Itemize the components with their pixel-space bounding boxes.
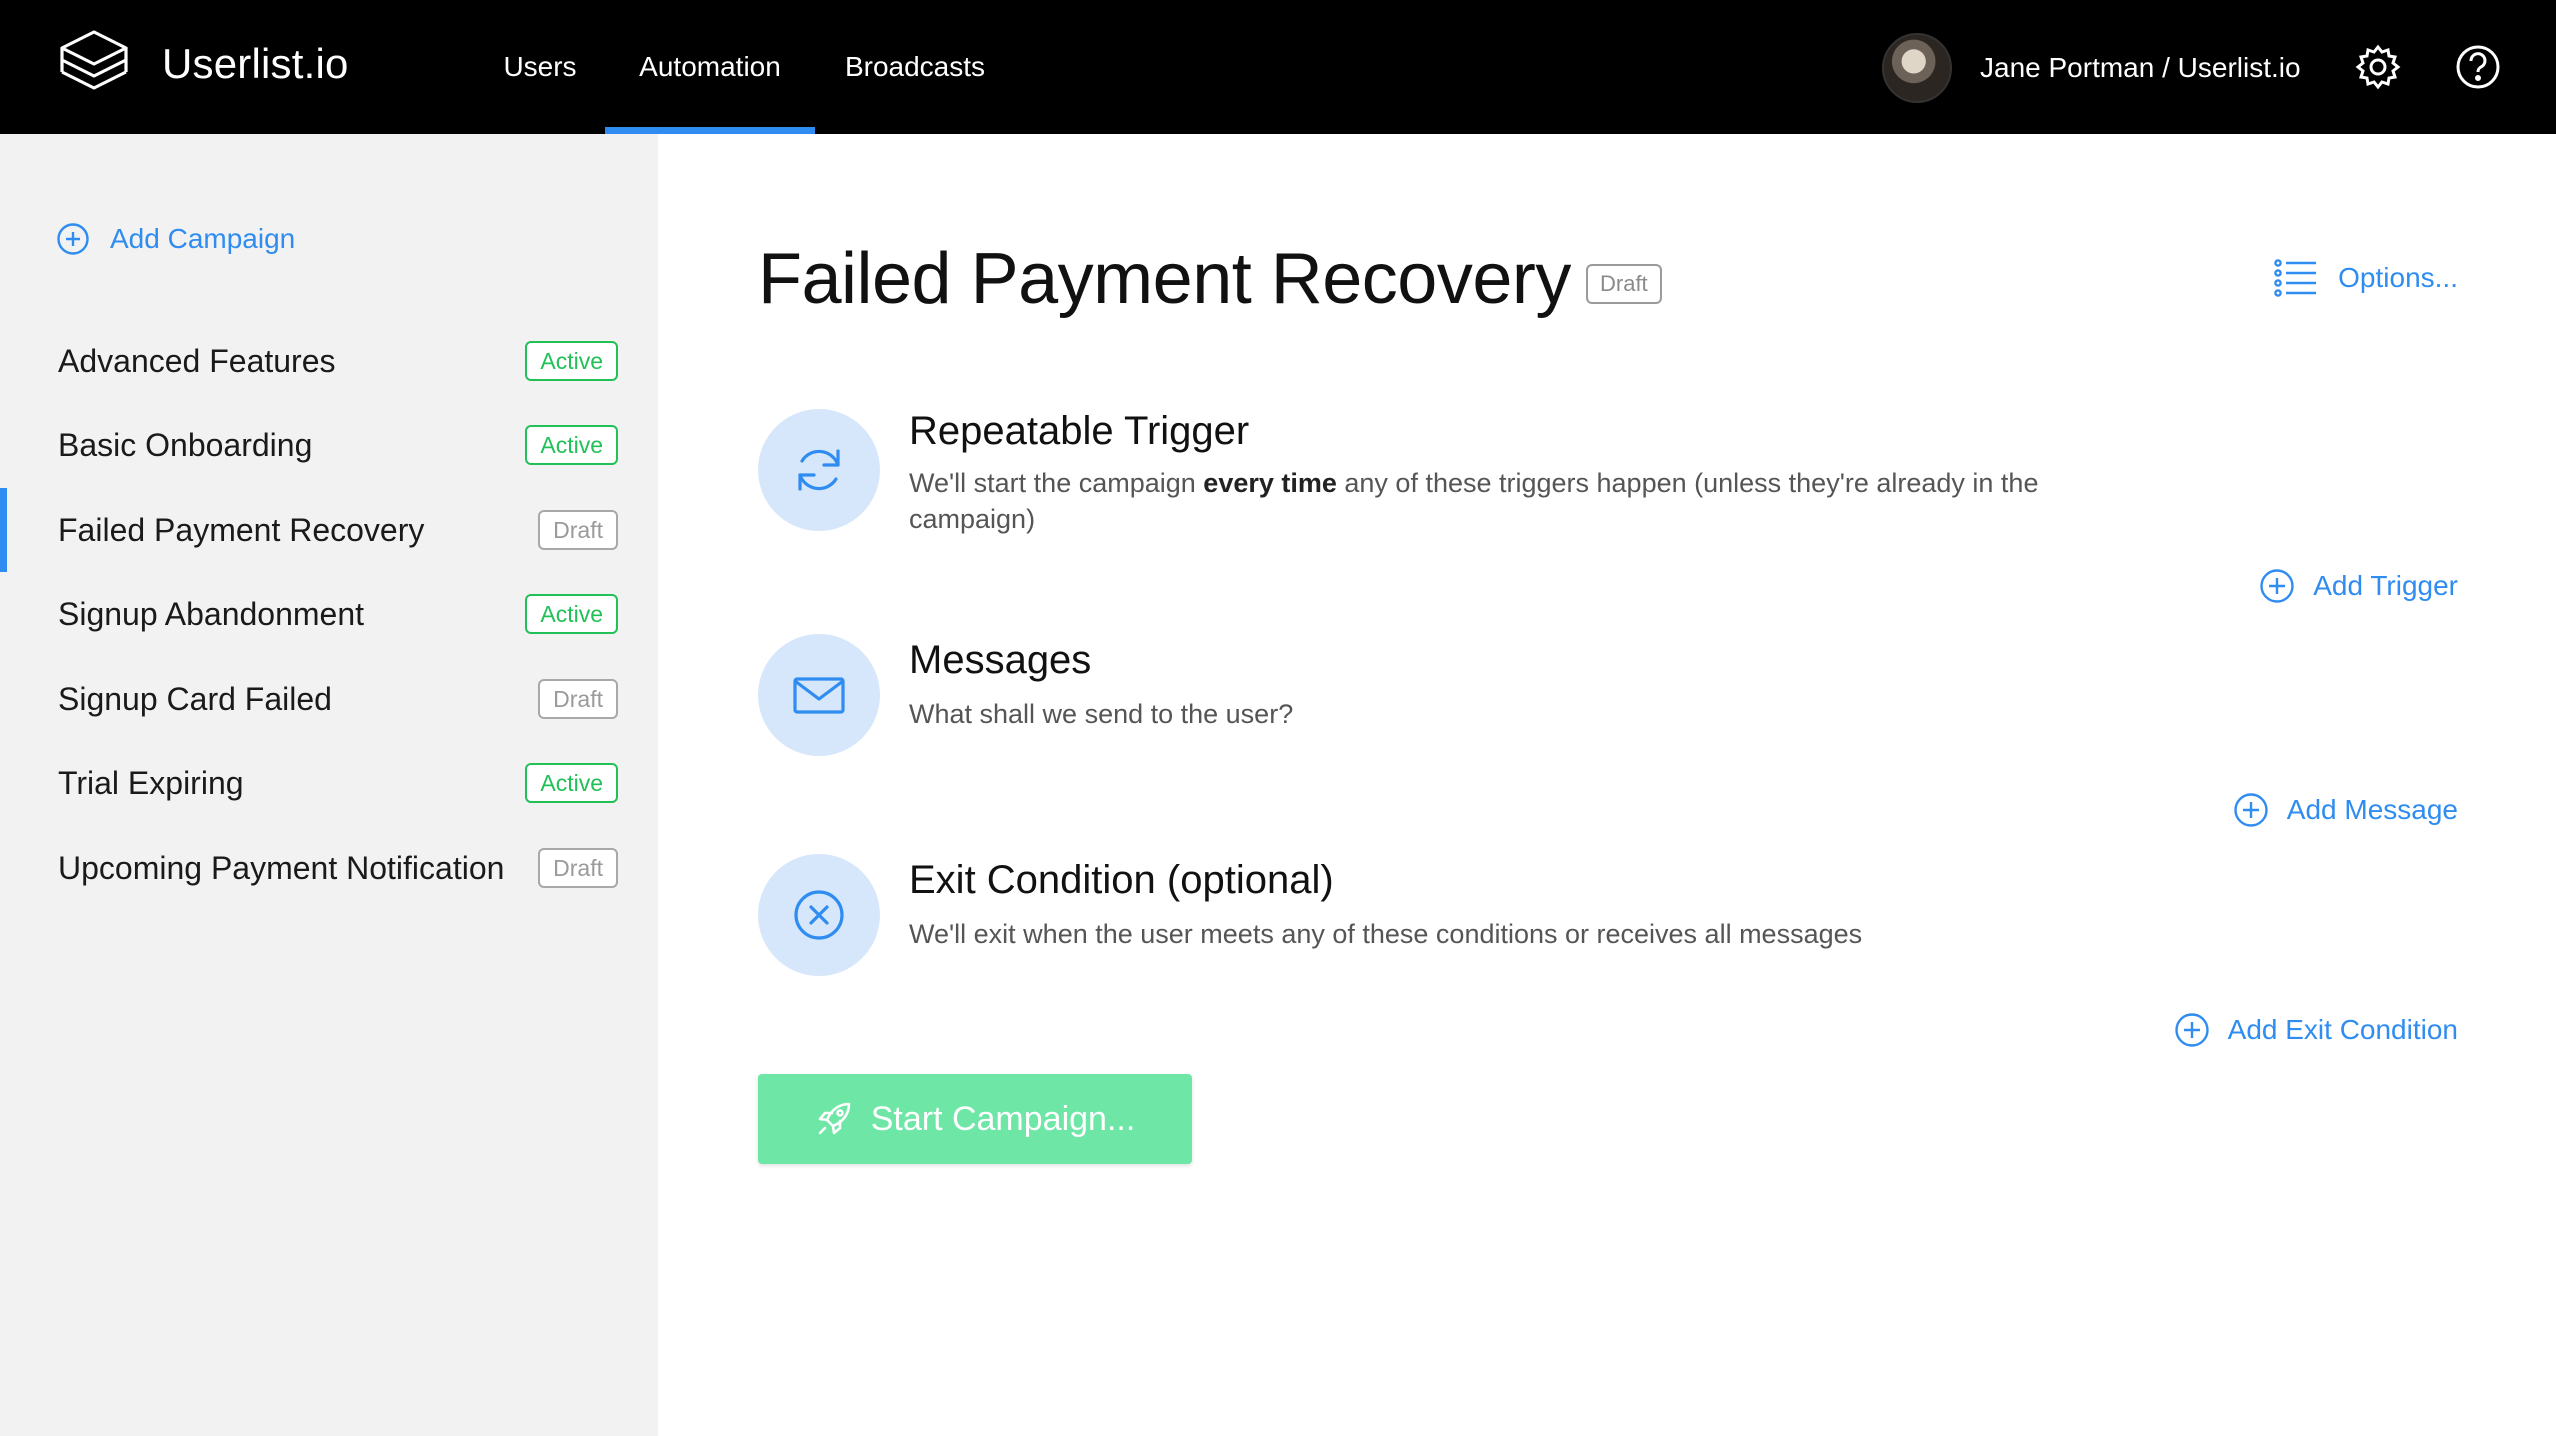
campaign-name: Basic Onboarding <box>58 426 313 463</box>
plus-circle-icon <box>2234 793 2268 827</box>
plus-circle-icon <box>2174 1013 2209 1047</box>
page-title: Failed Payment Recovery <box>758 239 1571 319</box>
campaign-editor: Failed Payment Recovery Draft Options...… <box>658 134 2556 1436</box>
trigger-desc-before: We'll start the campaign <box>909 468 1204 498</box>
campaign-item-failed-payment-recovery[interactable]: Failed Payment Recovery Draft <box>0 488 658 572</box>
campaign-item-basic-onboarding[interactable]: Basic Onboarding Active <box>0 403 658 487</box>
add-exit-condition-button[interactable]: Add Exit Condition <box>2174 1012 2458 1048</box>
start-campaign-label: Start Campaign... <box>870 1099 1136 1138</box>
status-badge: Active <box>525 763 618 803</box>
start-campaign-button[interactable]: Start Campaign... <box>758 1074 1192 1164</box>
add-campaign-button[interactable]: Add Campaign <box>56 222 295 256</box>
add-trigger-button[interactable]: Add Trigger <box>2259 568 2458 604</box>
exit-icon-circle <box>758 854 880 976</box>
user-menu[interactable]: Jane Portman / Userlist.io <box>1882 33 2301 103</box>
status-badge: Active <box>525 594 618 634</box>
campaign-item-signup-card-failed[interactable]: Signup Card Failed Draft <box>0 657 658 741</box>
layers-logo-icon <box>60 30 128 90</box>
plus-circle-icon <box>2260 569 2294 603</box>
campaign-name: Signup Abandonment <box>58 595 365 632</box>
trigger-desc-bold: every time <box>1203 468 1337 498</box>
nav-users[interactable]: Users <box>488 0 592 134</box>
campaign-item-upcoming-payment-notification[interactable]: Upcoming Payment Notification Draft <box>0 826 658 910</box>
add-message-label: Add Message <box>2286 794 2458 825</box>
status-badge: Draft <box>538 679 618 719</box>
trigger-section: Repeatable Trigger We'll start the campa… <box>758 409 2458 539</box>
campaign-item-advanced-features[interactable]: Advanced Features Active <box>0 319 658 403</box>
nav-automation[interactable]: Automation <box>605 0 815 134</box>
exit-title: Exit Condition (optional) <box>909 858 1334 902</box>
list-icon <box>2274 259 2317 297</box>
messages-title: Messages <box>909 638 1092 682</box>
gear-icon[interactable] <box>2352 41 2404 93</box>
campaign-name: Advanced Features <box>58 342 336 379</box>
x-circle-icon <box>794 890 844 940</box>
exit-condition-section: Exit Condition (optional) We'll exit whe… <box>758 854 2458 984</box>
exit-description: We'll exit when the user meets any of th… <box>909 919 1863 949</box>
messages-description: What shall we send to the user? <box>909 699 1294 729</box>
logo[interactable]: Userlist.io <box>56 26 349 102</box>
rocket-icon <box>818 1102 851 1135</box>
add-campaign-label: Add Campaign <box>110 223 296 254</box>
trigger-icon-circle <box>758 409 880 531</box>
nav-users-label: Users <box>503 51 577 82</box>
campaign-name: Signup Card Failed <box>58 680 332 717</box>
add-message-button[interactable]: Add Message <box>2233 792 2458 828</box>
messages-icon-circle <box>758 634 880 756</box>
help-icon[interactable] <box>2452 41 2504 93</box>
user-name: Jane Portman / Userlist.io <box>1980 52 2301 83</box>
add-trigger-label: Add Trigger <box>2313 570 2458 601</box>
nav-broadcasts[interactable]: Broadcasts <box>830 0 1000 134</box>
plus-circle-icon <box>57 223 89 255</box>
refresh-icon <box>798 449 840 491</box>
options-label: Options... <box>2338 262 2458 293</box>
top-navigation-bar: Userlist.io Users Automation Broadcasts … <box>0 0 2556 134</box>
status-badge: Active <box>525 425 618 465</box>
nav-broadcasts-label: Broadcasts <box>844 51 986 82</box>
status-badge: Draft <box>538 510 618 550</box>
campaign-sidebar: Add Campaign Advanced Features Active Ba… <box>0 134 658 1436</box>
trigger-description: We'll start the campaign every time any … <box>909 465 2109 537</box>
nav-automation-label: Automation <box>639 51 781 82</box>
app-name: Userlist.io <box>162 40 349 87</box>
status-badge: Active <box>525 341 618 381</box>
messages-section: Messages What shall we send to the user? <box>758 634 2458 764</box>
campaign-name: Trial Expiring <box>58 764 244 801</box>
envelope-icon <box>793 677 845 714</box>
campaign-item-signup-abandonment[interactable]: Signup Abandonment Active <box>0 572 658 656</box>
campaign-item-trial-expiring[interactable]: Trial Expiring Active <box>0 741 658 825</box>
status-badge: Draft <box>1586 264 1662 304</box>
options-button[interactable]: Options... <box>2274 258 2458 298</box>
status-badge: Draft <box>538 848 618 888</box>
add-exit-condition-label: Add Exit Condition <box>2227 1014 2458 1045</box>
trigger-title: Repeatable Trigger <box>909 409 1250 453</box>
campaign-name: Failed Payment Recovery <box>58 511 425 548</box>
avatar <box>1882 33 1952 103</box>
campaign-name: Upcoming Payment Notification <box>58 849 505 886</box>
